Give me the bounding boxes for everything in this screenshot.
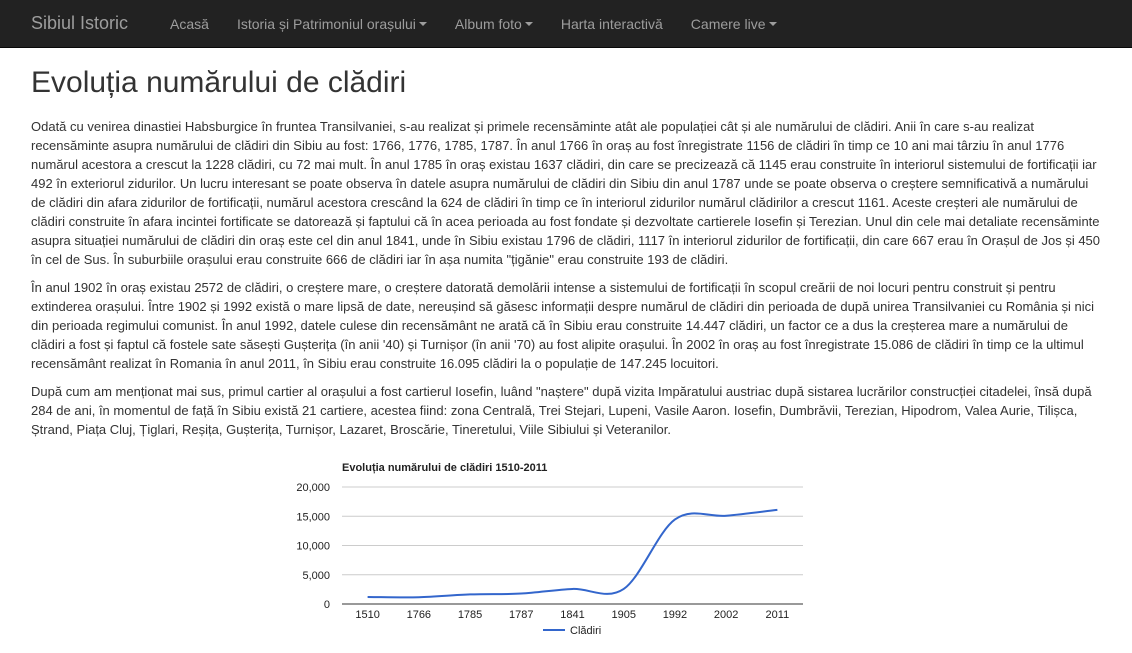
main-content: Evoluția numărului de clădiri Odată cu v… — [0, 66, 1132, 439]
line-chart: Evoluția numărului de clădiri 1510-2011 … — [296, 462, 803, 637]
x-tick-label: 1785 — [458, 609, 482, 621]
y-tick-label: 5,000 — [302, 570, 330, 582]
top-navbar: Sibiul Istoric Acasă Istoria și Patrimon… — [0, 0, 1132, 48]
x-tick-label: 1766 — [407, 609, 431, 621]
caret-down-icon — [418, 21, 427, 26]
x-tick-label: 1787 — [509, 609, 533, 621]
nav-item-cameras[interactable]: Camere live — [677, 0, 791, 48]
nav-item-label: Istoria și Patrimoniul orașului — [236, 15, 416, 32]
x-tick-label: 1510 — [355, 609, 379, 621]
nav-item-album[interactable]: Album foto — [441, 0, 547, 48]
x-tick-label: 1992 — [663, 609, 687, 621]
x-axis-ticks: 1510 1766 1785 1787 1841 1905 1992 2002 2011 — [355, 609, 789, 621]
chart-container: Evoluția numărului de clădiri 1510-2011 … — [285, 453, 825, 648]
paragraph-3: După cum am menționat mai sus, primul ca… — [31, 384, 1092, 437]
chart-title: Evoluția numărului de clădiri 1510-2011 — [342, 462, 547, 474]
chart-legend[interactable]: Clădiri — [543, 625, 601, 637]
caret-down-icon — [768, 21, 777, 26]
y-tick-label: 20,000 — [296, 482, 330, 494]
brand-link[interactable]: Sibiul Istoric — [0, 13, 143, 34]
nav-item-label: Acasă — [170, 15, 209, 32]
caret-down-icon — [524, 21, 533, 26]
paragraph-2: În anul 1902 în oraș existau 2572 de clă… — [31, 280, 1094, 371]
legend-label: Clădiri — [570, 625, 601, 637]
y-axis-ticks: 0 5,000 10,000 15,000 20,000 — [296, 482, 330, 611]
series-line — [367, 508, 778, 599]
nav-item-home[interactable]: Acasă — [156, 0, 223, 48]
x-tick-label: 1905 — [611, 609, 635, 621]
nav-item-history[interactable]: Istoria și Patrimoniul orașului — [223, 0, 441, 48]
x-tick-label: 1841 — [560, 609, 584, 621]
y-tick-label: 15,000 — [296, 511, 330, 523]
nav-item-label: Album foto — [454, 15, 522, 32]
nav-item-label: Harta interactivă — [560, 15, 663, 32]
nav-item-label: Camere live — [690, 15, 766, 32]
chart-grid — [342, 486, 803, 605]
x-tick-label: 2002 — [714, 609, 738, 621]
page-title: Evoluția numărului de clădiri — [31, 66, 407, 99]
y-tick-label: 0 — [324, 599, 330, 611]
y-tick-label: 10,000 — [296, 541, 330, 553]
nav-item-map[interactable]: Harta interactivă — [547, 0, 677, 48]
paragraph-1: Odată cu venirea dinastiei Habsburgice î… — [31, 119, 1101, 267]
x-tick-label: 2011 — [766, 609, 790, 621]
